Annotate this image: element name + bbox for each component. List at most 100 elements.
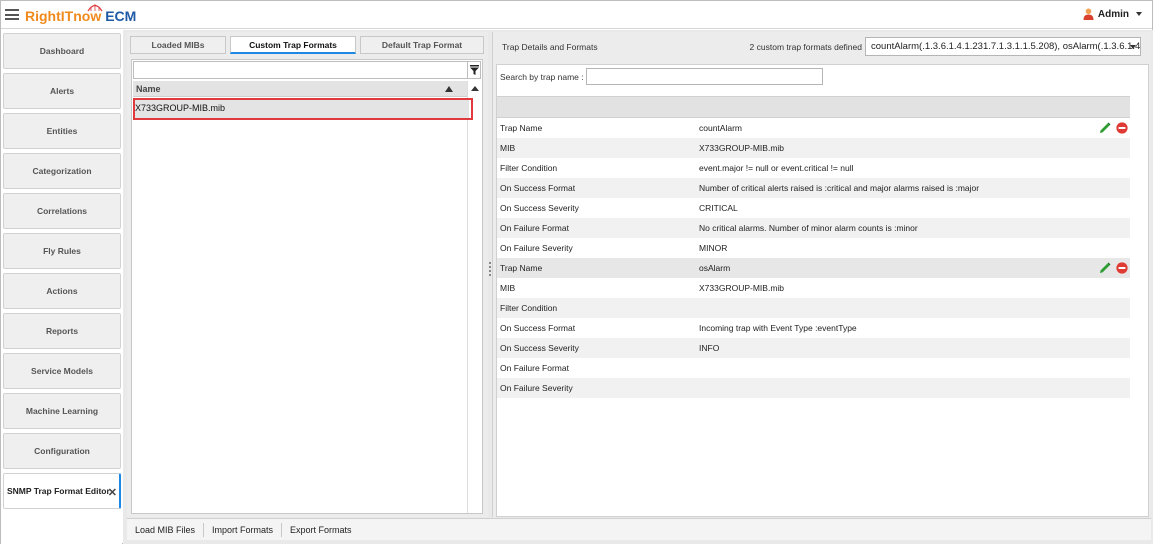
tab-label: Custom Trap Formats: [249, 39, 337, 50]
sidebar-item-label: Dashboard: [39, 46, 85, 56]
sidebar-item-fly-rules[interactable]: Fly Rules: [3, 233, 121, 269]
sidebar-item-alerts[interactable]: Alerts: [3, 73, 121, 109]
trap-format-select-value: countAlarm(.1.3.6.1.4.1.231.7.1.3.1.1.5.…: [871, 41, 1141, 52]
table-row: Trap Name countAlarm: [497, 118, 1130, 138]
tab-label: Default Trap Format: [381, 40, 463, 50]
sidebar-item-reports[interactable]: Reports: [3, 313, 121, 349]
table-row: On Success Severity CRITICAL: [497, 198, 1130, 218]
table-row: On Success Severity INFO: [497, 338, 1130, 358]
row-key: MIB: [500, 143, 516, 153]
row-value: CRITICAL: [699, 203, 738, 213]
sidebar-item-label: SNMP Trap Format Editor: [7, 486, 110, 496]
sidebar-item-correlations[interactable]: Correlations: [3, 193, 121, 229]
close-icon[interactable]: ✕: [108, 486, 117, 499]
table-row: Filter Condition: [497, 298, 1130, 318]
scroll-up-icon[interactable]: [471, 86, 479, 91]
row-key: Trap Name: [500, 123, 543, 133]
row-key: On Failure Severity: [500, 243, 573, 253]
user-name: Admin: [1097, 8, 1129, 20]
tab-label: Loaded MIBs: [151, 40, 205, 50]
load-mib-files-button[interactable]: Load MIB Files: [127, 522, 205, 537]
tab-loaded-mibs[interactable]: Loaded MIBs: [130, 36, 226, 54]
table-row: On Success Format Number of critical ale…: [497, 178, 1130, 198]
sidebar-item-label: Entities: [46, 126, 78, 136]
list-scrollbar[interactable]: [467, 81, 481, 513]
delete-icon[interactable]: [1116, 262, 1128, 274]
search-label: Search by trap name :: [500, 72, 584, 82]
import-formats-button[interactable]: Import Formats: [204, 522, 283, 537]
row-value: X733GROUP-MIB.mib: [699, 283, 785, 293]
table-row: On Failure Format No critical alarms. Nu…: [497, 218, 1130, 238]
row-value: event.major != null or event.critical !=…: [699, 163, 854, 173]
mib-file-name: X733GROUP-MIB.mib: [135, 103, 226, 113]
chevron-down-icon: [1130, 45, 1136, 49]
row-key: On Failure Severity: [500, 383, 573, 393]
mib-file-list: Name X733GROUP-MIB.mib: [131, 59, 483, 514]
name-filter-input[interactable]: [133, 61, 469, 79]
edit-pencil-icon[interactable]: [1099, 262, 1111, 274]
trap-format-select[interactable]: countAlarm(.1.3.6.1.4.1.231.7.1.3.1.1.5.…: [865, 37, 1141, 56]
row-key: Filter Condition: [500, 163, 558, 173]
export-formats-button[interactable]: Export Formats: [282, 523, 360, 537]
sidebar-item-label: Actions: [46, 286, 78, 296]
row-actions: [1099, 122, 1128, 134]
funnel-icon: [469, 65, 479, 75]
row-actions: [1099, 262, 1128, 274]
table-row: On Success Format Incoming trap with Eve…: [497, 318, 1130, 338]
row-value: MINOR: [699, 243, 728, 253]
sidebar-item-machine-learning[interactable]: Machine Learning: [3, 393, 121, 429]
row-value: countAlarm: [699, 123, 742, 133]
name-column-header[interactable]: Name: [133, 81, 469, 97]
top-header: RightITnow ECM Admin: [1, 1, 1152, 29]
sidebar-item-categorization[interactable]: Categorization: [3, 153, 121, 189]
user-menu[interactable]: Admin: [1083, 8, 1142, 20]
sidebar-item-snmp-trap-format-editor[interactable]: SNMP Trap Format Editor ✕: [3, 473, 121, 509]
row-value: X733GROUP-MIB.mib: [699, 143, 785, 153]
trap-details-body: Search by trap name : Trap Name countAla…: [496, 64, 1149, 517]
logo-text-now: now: [73, 8, 102, 24]
table-row: Trap Name osAlarm: [497, 258, 1130, 278]
logo-text-rightit: RightIT: [25, 8, 74, 24]
sidebar-item-configuration[interactable]: Configuration: [3, 433, 121, 469]
row-value: INFO: [699, 343, 720, 353]
edit-pencil-icon[interactable]: [1099, 122, 1111, 134]
mib-list-panel: Loaded MIBs Custom Trap Formats Default …: [127, 32, 488, 517]
row-value: osAlarm: [699, 263, 731, 273]
filter-icon[interactable]: [467, 61, 481, 79]
main-content: Loaded MIBs Custom Trap Formats Default …: [123, 30, 1153, 544]
row-key: On Failure Format: [500, 363, 569, 373]
chevron-down-icon: [1136, 12, 1142, 16]
delete-icon[interactable]: [1116, 122, 1128, 134]
hamburger-menu-icon[interactable]: [5, 9, 19, 20]
sidebar-item-service-models[interactable]: Service Models: [3, 353, 121, 389]
row-key: On Success Severity: [500, 343, 579, 353]
row-value: No critical alarms. Number of minor alar…: [699, 223, 918, 233]
trap-details-panel: Trap Details and Formats 2 custom trap f…: [492, 32, 1151, 517]
sidebar-item-dashboard[interactable]: Dashboard: [3, 33, 121, 69]
sidebar-item-label: Service Models: [31, 366, 93, 376]
sort-ascending-icon[interactable]: [445, 86, 453, 92]
sidebar-item-label: Categorization: [32, 166, 92, 176]
table-row: On Failure Severity MINOR: [497, 238, 1130, 258]
table-row: On Failure Format: [497, 358, 1130, 378]
bottom-toolbar: Load MIB Files Import Formats Export For…: [127, 518, 1151, 540]
sidebar-item-actions[interactable]: Actions: [3, 273, 121, 309]
table-row: MIB X733GROUP-MIB.mib: [497, 138, 1130, 158]
tab-default-trap-format[interactable]: Default Trap Format: [360, 36, 484, 54]
list-item[interactable]: X733GROUP-MIB.mib: [133, 98, 469, 118]
logo-text-ecm: ECM: [105, 8, 137, 24]
sidebar-item-label: Correlations: [36, 206, 88, 216]
sidebar-item-label: Alerts: [49, 86, 75, 96]
row-key: Filter Condition: [500, 303, 558, 313]
row-value: Incoming trap with Event Type :eventType: [699, 323, 857, 333]
sidebar-item-entities[interactable]: Entities: [3, 113, 121, 149]
row-key: On Success Format: [500, 323, 576, 333]
sidebar: Dashboard Alerts Entities Categorization…: [1, 30, 122, 544]
app-logo: RightITnow ECM: [25, 8, 136, 24]
tab-custom-trap-formats[interactable]: Custom Trap Formats: [230, 36, 356, 54]
row-key: Trap Name: [500, 263, 543, 273]
table-row: On Failure Severity: [497, 378, 1130, 398]
trap-search-input[interactable]: [586, 68, 823, 85]
sidebar-item-label: Configuration: [34, 446, 90, 456]
user-avatar-icon: [1083, 8, 1094, 20]
